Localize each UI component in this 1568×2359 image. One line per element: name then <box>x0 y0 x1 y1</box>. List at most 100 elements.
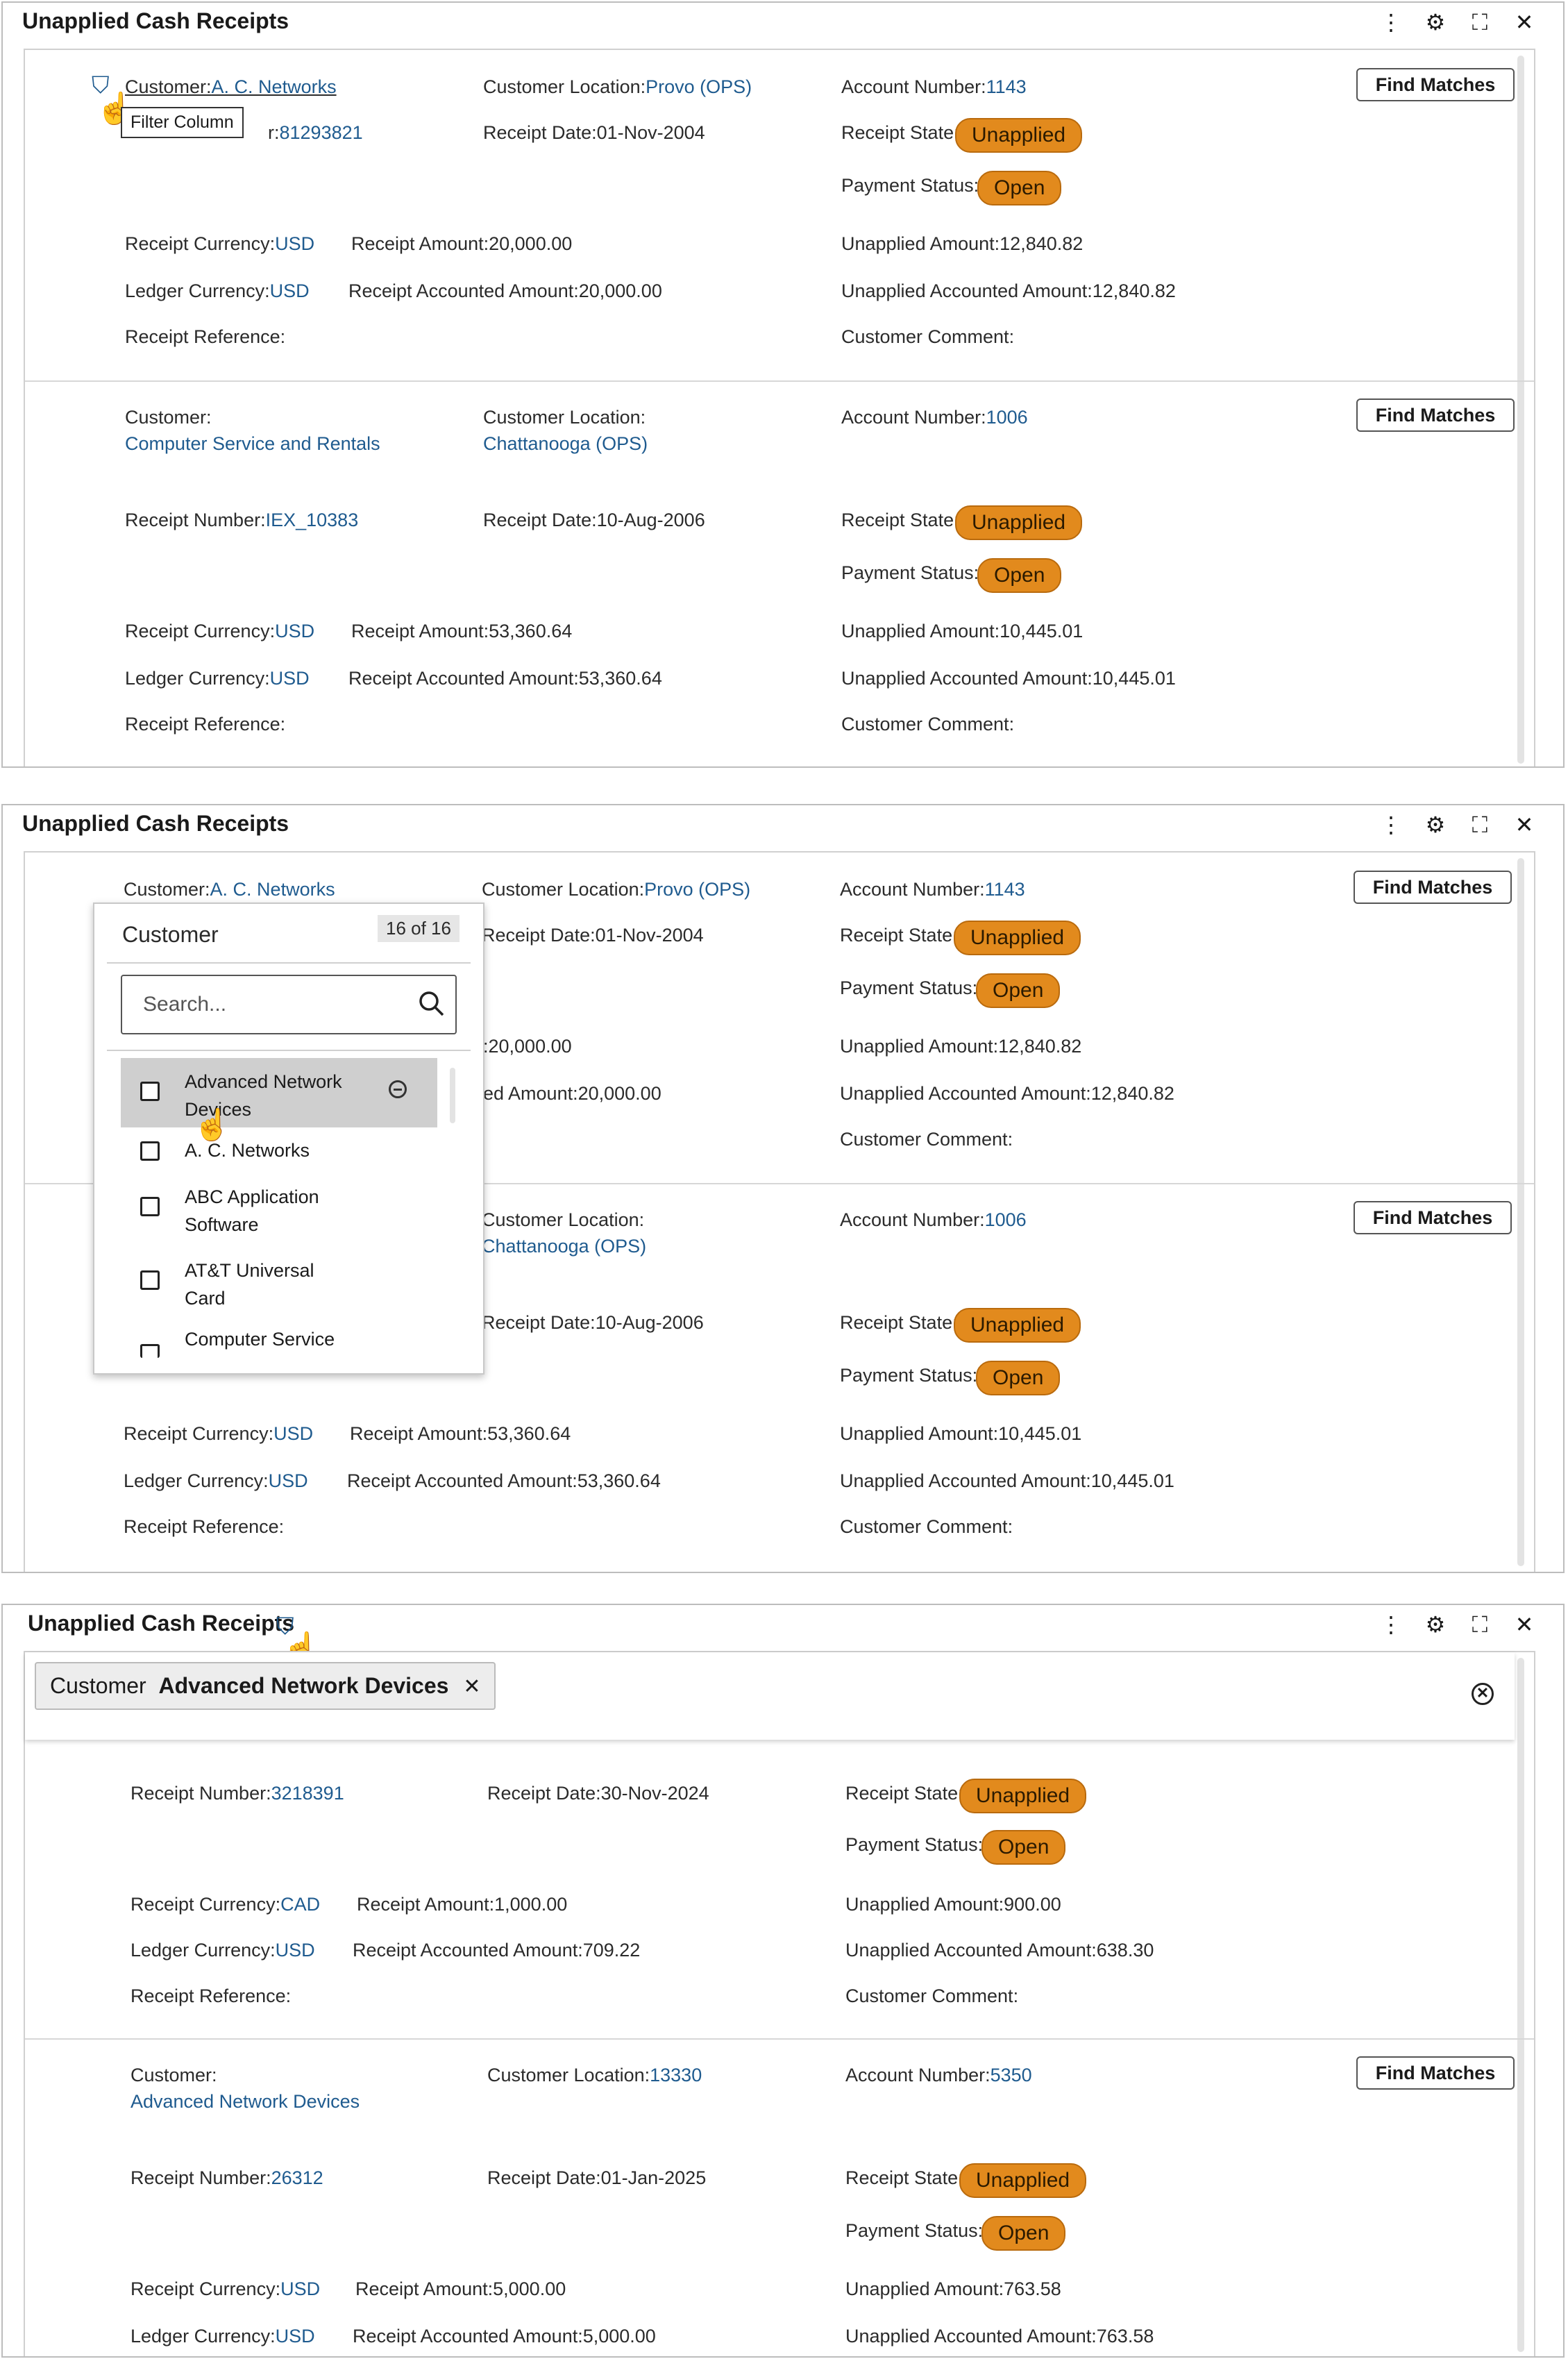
close-icon[interactable]: ✕ <box>1512 812 1537 837</box>
receipt-amount: Receipt Amount:5,000.00 <box>355 2278 566 2299</box>
account-number-link[interactable]: 1143 <box>986 76 1027 97</box>
receipt-number-link[interactable]: 3218391 <box>271 1783 344 1804</box>
checkbox[interactable] <box>140 1197 160 1216</box>
find-matches-button[interactable]: Find Matches <box>1356 2056 1515 2090</box>
filter-chip: Customer Advanced Network Devices ✕ <box>35 1662 496 1710</box>
customer-label: Customer:A. C. Networks <box>124 879 335 900</box>
receipt-reference: Receipt Reference: <box>130 1986 292 2006</box>
clear-all-filters-icon[interactable]: ✕ <box>1472 1683 1494 1705</box>
customer-link[interactable]: Computer Service and Rentals <box>125 433 380 455</box>
find-matches-button[interactable]: Find Matches <box>1356 68 1515 101</box>
receipt-amount: Receipt Amount:53,360.64 <box>350 1423 571 1444</box>
receipt-number-partial: r:81293821 <box>268 122 363 143</box>
panel-title: Unapplied Cash Receipts <box>22 811 289 836</box>
customer-comment: Customer Comment: <box>841 714 1015 734</box>
dropdown-header-divider <box>107 962 471 964</box>
checkbox[interactable] <box>140 1270 160 1290</box>
customer-location-link[interactable]: Chattanooga (OPS) <box>483 433 648 455</box>
checkbox[interactable] <box>140 1344 160 1358</box>
customer-location-link[interactable]: Chattanooga (OPS) <box>482 1236 646 1257</box>
unapplied-accounted-amount: Unapplied Accounted Amount:763.58 <box>845 2326 1154 2347</box>
receipt-state-label: Receipt State: <box>841 510 959 530</box>
receipt-number-link[interactable]: 26312 <box>271 2167 323 2188</box>
payment-status-badge: Open <box>977 558 1062 593</box>
dropdown-item-att-universal-card[interactable]: AT&T Universal Card <box>185 1257 504 1312</box>
receipt-currency: Receipt Currency:USD <box>125 233 315 254</box>
receipt-number: Receipt Number:3218391 <box>130 1783 344 1804</box>
unapplied-accounted-amount: Unapplied Accounted Amount:12,840.82 <box>841 280 1176 301</box>
dropdown-item-abc-application-software[interactable]: ABC Application Software <box>185 1183 504 1239</box>
expand-icon[interactable]: ⛶ <box>1467 10 1492 35</box>
receipts-list: ⛉ ☝ Customer:A. C. Networks Filter Colum… <box>24 49 1535 766</box>
find-matches-button[interactable]: Find Matches <box>1354 871 1512 904</box>
account-number-link[interactable]: 1006 <box>986 407 1028 428</box>
find-matches-button[interactable]: Find Matches <box>1356 398 1515 432</box>
payment-status-badge: Open <box>976 1361 1061 1395</box>
find-matches-button[interactable]: Find Matches <box>1354 1201 1512 1234</box>
unapplied-accounted-amount: Unapplied Accounted Amount:10,445.01 <box>840 1470 1174 1491</box>
more-actions-icon[interactable]: ⋮ <box>1379 10 1403 35</box>
close-icon[interactable]: ✕ <box>1512 1612 1537 1637</box>
customer-comment: Customer Comment: <box>841 326 1015 347</box>
dropdown-item-computer-service[interactable]: Computer Service <box>185 1329 504 1350</box>
customer-comment: Customer Comment: <box>845 1986 1019 2006</box>
dropdown-item-advanced-network-devices[interactable]: Advanced Network Devices <box>185 1068 504 1123</box>
receipt-state-badge: Unapplied <box>955 505 1083 540</box>
receipt-reference: Receipt Reference: <box>125 714 286 734</box>
gear-icon[interactable]: ⚙ <box>1423 10 1448 35</box>
checkbox[interactable] <box>140 1082 160 1101</box>
receipts-panel-2: Unapplied Cash Receipts ⋮ ⚙ ⛶ ✕ Customer… <box>1 804 1565 1573</box>
customer-label[interactable]: Customer:A. C. Networks <box>125 76 337 98</box>
ledger-currency: Ledger Currency:USD <box>125 280 310 301</box>
gear-icon[interactable]: ⚙ <box>1423 1612 1448 1637</box>
customer-location-link[interactable]: Provo (OPS) <box>646 76 752 97</box>
panel-toolbar: ⋮ ⚙ ⛶ ✕ <box>1379 812 1537 837</box>
receipt-state-badge: Unapplied <box>959 1779 1087 1813</box>
account-number-link[interactable]: 5350 <box>990 2065 1032 2085</box>
more-actions-icon[interactable]: ⋮ <box>1379 812 1403 837</box>
payment-status-badge: Open <box>977 171 1062 205</box>
payment-status-badge: Open <box>976 973 1061 1008</box>
receipt-accounted-amount: Receipt Accounted Amount:709.22 <box>353 1940 641 1961</box>
payment-status-label: Payment Status: <box>840 977 978 998</box>
receipt-state-badge: Unapplied <box>955 118 1083 153</box>
receipt-accounted-amount: Receipt Accounted Amount:53,360.64 <box>348 668 662 689</box>
expand-icon[interactable]: ⛶ <box>1467 812 1492 837</box>
dropdown-scrollbar[interactable] <box>450 1068 455 1123</box>
customer-location-link[interactable]: 13330 <box>650 2065 702 2085</box>
ledger-currency: Ledger Currency:USD <box>124 1470 308 1491</box>
expand-icon[interactable]: ⛶ <box>1467 1612 1492 1637</box>
ledger-currency: Ledger Currency:USD <box>130 2326 315 2347</box>
customer-comment: Customer Comment: <box>840 1129 1013 1150</box>
unapplied-amount: Unapplied Amount:10,445.01 <box>841 621 1084 641</box>
customer-link[interactable]: Advanced Network Devices <box>130 2091 360 2113</box>
filter-column-tooltip: Filter Column <box>121 107 244 138</box>
payment-status-badge: Open <box>981 1830 1066 1865</box>
scrollbar[interactable] <box>1517 858 1524 1566</box>
remove-icon[interactable] <box>389 1080 407 1098</box>
search-input[interactable]: Search... <box>121 975 457 1034</box>
scrollbar[interactable] <box>1517 1658 1524 2352</box>
checkbox[interactable] <box>140 1141 160 1161</box>
payment-status-label: Payment Status: <box>845 1834 984 1855</box>
dropdown-title: Customer <box>122 922 219 947</box>
gear-icon[interactable]: ⚙ <box>1423 812 1448 837</box>
receipt-number-link[interactable]: 81293821 <box>280 122 363 143</box>
unapplied-accounted-amount: Unapplied Accounted Amount:12,840.82 <box>840 1083 1174 1104</box>
scrollbar[interactable] <box>1517 56 1524 764</box>
account-number: Account Number:1143 <box>841 76 1027 97</box>
close-icon[interactable]: ✕ <box>1512 10 1537 35</box>
receipts-list: Customer Advanced Network Devices ✕ ✕ Re… <box>24 1651 1535 2356</box>
panel-title: Unapplied Cash Receipts <box>28 1611 295 1636</box>
unapplied-amount: Unapplied Amount:900.00 <box>845 1894 1061 1915</box>
dropdown-item-a-c-networks[interactable]: A. C. Networks <box>185 1140 504 1161</box>
receipt-number: Receipt Number:IEX_10383 <box>125 510 359 530</box>
more-actions-icon[interactable]: ⋮ <box>1379 1612 1403 1637</box>
remove-filter-icon[interactable]: ✕ <box>463 1675 480 1698</box>
receipt-number-link[interactable]: IEX_10383 <box>266 510 359 530</box>
account-number: Account Number:1143 <box>840 879 1025 900</box>
receipt-currency: Receipt Currency:CAD <box>130 1894 321 1915</box>
panel-toolbar: ⋮ ⚙ ⛶ ✕ <box>1379 10 1537 35</box>
payment-status-label: Payment Status: <box>841 175 979 196</box>
receipt-currency: Receipt Currency:USD <box>130 2278 321 2299</box>
